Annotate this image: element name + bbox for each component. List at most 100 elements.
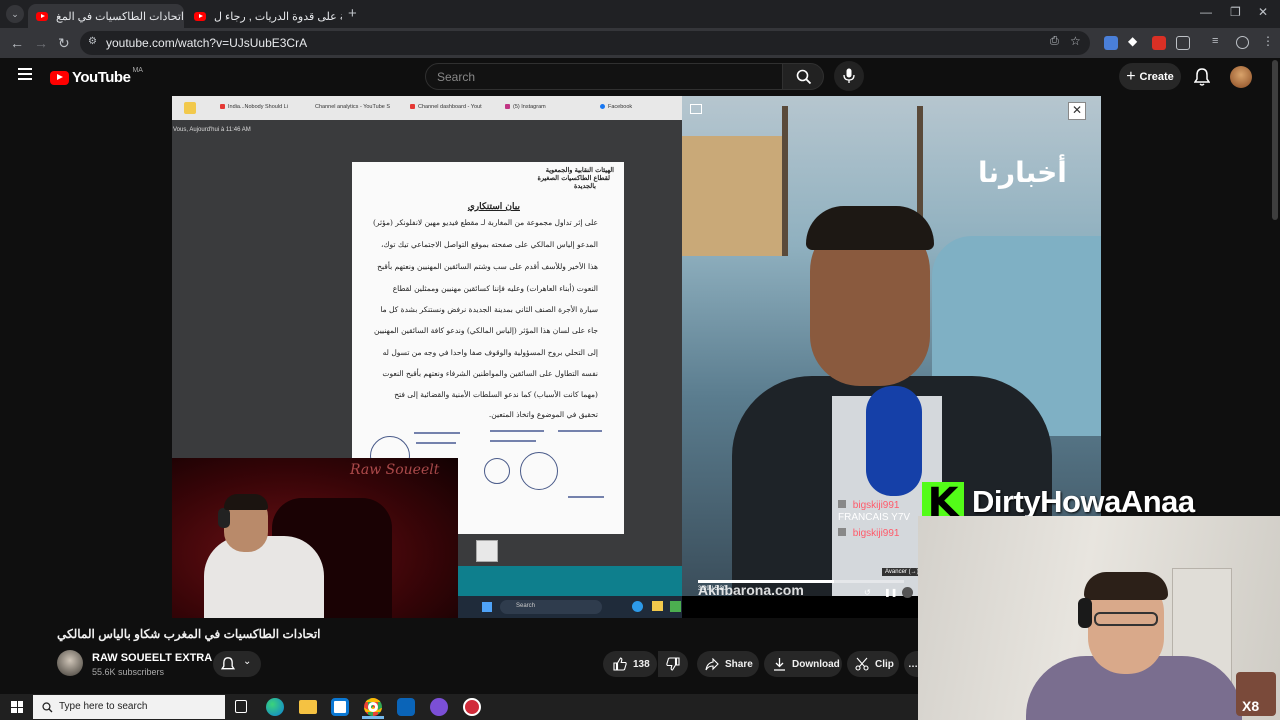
back-icon[interactable]: ← <box>10 35 24 51</box>
building <box>682 136 782 256</box>
close-popup-icon[interactable]: ✕ <box>1068 102 1086 120</box>
screen-capture-panel: India...Nobody Should Li Channel analyti… <box>172 96 682 618</box>
clip-button[interactable]: Clip <box>847 651 899 677</box>
news-video-controls: 3:39 / 5:30 ↺ ❚❚ <box>682 580 919 618</box>
video-title: اتحادات الطاكسيات في المغرب شكاو بالياس … <box>57 627 321 641</box>
inner-app-icon <box>670 601 681 612</box>
browser-tab-active[interactable]: اتحادات الطاكسيات في المغ 🔊 ✕ <box>28 4 184 28</box>
cam-brand-text: Raw Soueelt <box>350 462 440 478</box>
create-label: Create <box>1139 70 1174 83</box>
browser-tab[interactable]: تطليعة على قدوة الدريات , رجاء ل ✕ <box>186 4 342 28</box>
search-button[interactable] <box>782 63 824 90</box>
channel-avatar[interactable] <box>57 650 83 676</box>
chrome-browser-icon[interactable] <box>364 698 382 716</box>
inner-folder-icon <box>652 601 663 611</box>
interviewee-hair <box>806 206 934 250</box>
search-icon <box>42 702 53 713</box>
microsoft-store-icon[interactable] <box>331 698 349 716</box>
scissors-icon <box>855 657 869 671</box>
youtube-header: YouTube MA Search + Create <box>0 58 1280 96</box>
pip-mode-icon[interactable] <box>690 104 702 114</box>
media-control-icon[interactable]: ≡ <box>1212 35 1218 47</box>
inner-window-thumbnail <box>476 540 498 562</box>
task-view-icon[interactable] <box>235 700 247 713</box>
more-actions-button[interactable]: … <box>904 651 918 677</box>
translate-extension-icon[interactable] <box>1104 36 1118 50</box>
news-progress-bar[interactable] <box>698 580 904 583</box>
chat-message: bigskiji991 <box>838 528 899 539</box>
search-input[interactable]: Search <box>425 63 783 90</box>
file-explorer-icon[interactable] <box>299 700 317 714</box>
streamer-hair <box>224 494 268 510</box>
subscription-bell-button[interactable]: ⌄ <box>213 651 261 677</box>
outlook-icon[interactable] <box>397 698 415 716</box>
menu-hamburger-icon[interactable] <box>18 68 32 80</box>
player-tooltip: Avancer (→) <box>882 568 922 576</box>
clip-label: Clip <box>875 658 894 670</box>
account-avatar[interactable] <box>1230 66 1252 88</box>
install-app-icon[interactable]: ⎙ <box>1050 35 1059 48</box>
thumbs-up-icon <box>613 657 627 671</box>
new-tab-icon[interactable]: + <box>348 5 357 22</box>
restore-icon[interactable]: ❐ <box>1230 5 1241 19</box>
bell-icon <box>221 657 235 670</box>
inner-tab: (5) Instagram <box>505 104 546 110</box>
voice-search-button[interactable] <box>834 61 864 91</box>
close-window-icon[interactable]: ✕ <box>1258 5 1268 19</box>
chat-text: FRANCAIS Y7V <box>838 512 911 523</box>
windows-start-icon[interactable] <box>11 701 23 713</box>
share-button[interactable]: Share <box>697 651 759 677</box>
extension-diamond-icon[interactable]: ◆ <box>1128 34 1142 48</box>
create-button[interactable]: + Create <box>1119 63 1181 90</box>
address-bar-row: ← → ↻ ⚙ youtube.com/watch?v=UJsUubE3CrA … <box>0 28 1280 58</box>
news-channel-logo: أخبارنا <box>978 156 1067 189</box>
site-info-icon[interactable]: ⚙ <box>88 36 97 47</box>
country-code: MA <box>132 67 143 74</box>
reload-icon[interactable]: ↻ <box>58 35 70 52</box>
extensions-puzzle-icon[interactable] <box>1176 36 1190 50</box>
youtube-logo[interactable]: YouTube MA <box>50 67 143 86</box>
dislike-button[interactable] <box>658 651 688 677</box>
signature-scribble <box>490 440 536 442</box>
inner-window-strip <box>458 540 682 596</box>
page-scrollbar[interactable] <box>1272 60 1278 220</box>
forward-icon[interactable]: → <box>34 35 48 51</box>
replay-10-icon[interactable]: ↺ <box>864 588 871 597</box>
chevron-down-icon: ⌄ <box>243 656 252 667</box>
pause-icon[interactable]: ❚❚ <box>884 588 897 597</box>
app-icon-red[interactable] <box>463 698 481 716</box>
doc-line: هذا الأخير وللأسف أقدم على سب وشتم السائ… <box>377 262 598 271</box>
inner-tab: Facebook <box>600 104 632 110</box>
minimize-icon[interactable]: — <box>1200 5 1212 19</box>
download-button[interactable]: Download <box>764 651 842 677</box>
app-icon-purple[interactable] <box>430 698 448 716</box>
youtube-play-icon <box>50 70 69 85</box>
kick-username: DirtyHowaAnaa <box>972 484 1195 519</box>
channel-name[interactable]: RAW SOUEELT EXTRA <box>92 652 212 664</box>
bookmark-star-icon[interactable]: ☆ <box>1070 34 1081 48</box>
taskbar-search-input[interactable]: Type here to search <box>33 695 225 719</box>
tab-title: تطليعة على قدوة الدريات , رجاء ل <box>214 10 342 23</box>
doc-header-line: لقطاع الطاكسيات الصغيرة <box>537 174 610 182</box>
doc-title: بيان استنكاري <box>467 202 520 212</box>
url-text[interactable]: youtube.com/watch?v=UJsUubE3CrA <box>106 36 307 50</box>
forward-10-icon[interactable] <box>902 587 913 598</box>
profile-icon[interactable] <box>1236 36 1249 49</box>
browser-menu-icon[interactable]: ⋮ <box>1262 34 1274 48</box>
reactor-headphones <box>1078 598 1092 628</box>
inner-edge-icon <box>632 601 643 612</box>
like-button[interactable]: 138 <box>603 651 657 677</box>
streamer-body <box>204 536 324 618</box>
search-icon <box>796 69 812 85</box>
doc-header-line: بالجديدة <box>573 182 596 190</box>
chat-username: bigskiji991 <box>852 528 900 539</box>
omnibox[interactable]: ⚙ youtube.com/watch?v=UJsUubE3CrA ⎙ ☆ <box>80 31 1090 55</box>
share-icon <box>705 657 719 670</box>
edge-browser-icon[interactable] <box>266 698 284 716</box>
doc-line: سيارة الأجرة الصنف الثاني بمدينة الجديدة… <box>380 305 598 314</box>
logo-text: YouTube <box>72 69 131 86</box>
extension-red-icon[interactable] <box>1152 36 1166 50</box>
tab-search-button[interactable]: ⌄ <box>6 5 24 23</box>
notifications-bell-icon[interactable] <box>1193 68 1211 91</box>
windows-taskbar: Type here to search <box>0 694 918 720</box>
